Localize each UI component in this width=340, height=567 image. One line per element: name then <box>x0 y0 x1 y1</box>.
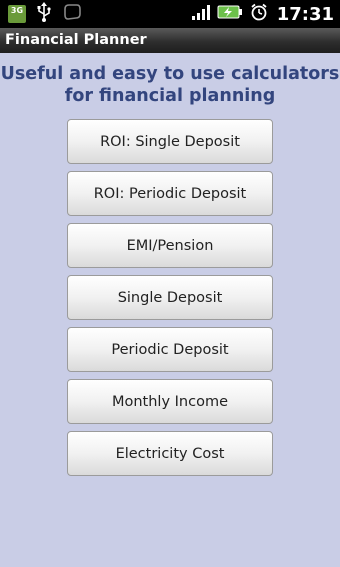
app-title-bar: Financial Planner <box>0 28 340 53</box>
roi-periodic-deposit-button[interactable]: ROI: Periodic Deposit <box>67 171 273 216</box>
electricity-cost-button[interactable]: Electricity Cost <box>67 431 273 476</box>
app-title: Financial Planner <box>5 32 147 48</box>
emi-pension-button[interactable]: EMI/Pension <box>67 223 273 268</box>
status-clock: 17:31 <box>276 3 334 25</box>
status-bar: 3G 17:31 <box>0 0 340 28</box>
network-badge-label: 3G <box>10 6 24 15</box>
calculator-button-list: ROI: Single Deposit ROI: Periodic Deposi… <box>67 119 273 483</box>
notification-icon <box>62 2 82 26</box>
alarm-clock-icon <box>249 2 269 26</box>
status-bar-right: 17:31 <box>191 3 334 25</box>
periodic-deposit-button[interactable]: Periodic Deposit <box>67 327 273 372</box>
status-bar-left: 3G <box>8 2 82 26</box>
signal-icon <box>191 3 211 25</box>
monthly-income-button[interactable]: Monthly Income <box>67 379 273 424</box>
3g-icon: 3G <box>8 5 26 23</box>
page-heading: Useful and easy to use calculators for f… <box>0 64 340 106</box>
single-deposit-button[interactable]: Single Deposit <box>67 275 273 320</box>
battery-charging-icon <box>217 4 243 24</box>
roi-single-deposit-button[interactable]: ROI: Single Deposit <box>67 119 273 164</box>
usb-icon <box>36 2 52 26</box>
